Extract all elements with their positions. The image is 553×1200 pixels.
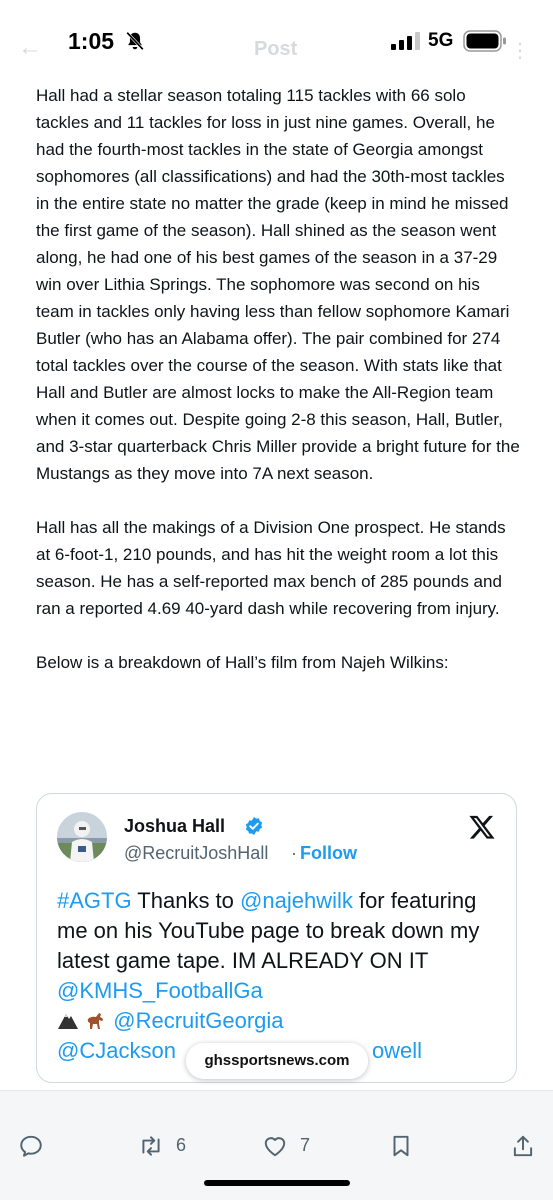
share-icon	[513, 1135, 533, 1157]
repost-icon	[142, 1136, 160, 1156]
heart-icon	[264, 1137, 286, 1157]
author-handle[interactable]: @RecruitJoshHall	[124, 843, 268, 864]
mention-link[interactable]: @KMHS_FootballGa	[57, 978, 263, 1003]
like-button[interactable]	[262, 1133, 288, 1161]
more-icon[interactable]: ⋮	[510, 38, 530, 63]
like-count: 7	[300, 1135, 311, 1155]
battery-icon	[463, 30, 506, 52]
mention-link[interactable]: owell	[372, 1038, 422, 1063]
header-title: Post	[254, 38, 298, 60]
author-name[interactable]: Joshua Hall	[124, 816, 225, 837]
cellular-signal-icon	[391, 32, 420, 50]
bookmark-button[interactable]	[388, 1133, 414, 1161]
horse-icon	[87, 1013, 104, 1029]
mention-link[interactable]: @najehwilk	[240, 888, 353, 913]
article-paragraph: Hall has all the makings of a Division O…	[36, 518, 506, 618]
bookmark-icon	[393, 1135, 409, 1157]
repost-count: 6	[176, 1135, 187, 1155]
mention-link[interactable]: @CJackson	[57, 1038, 176, 1063]
repost-button[interactable]	[138, 1133, 164, 1161]
bell-muted-icon	[126, 31, 144, 51]
home-indicator[interactable]	[204, 1180, 350, 1186]
post-text: #AGTG Thanks to @najehwilk for featuring…	[57, 886, 507, 1066]
clock: 1:05	[68, 28, 115, 54]
watermark-badge: ghssportsnews.com	[186, 1043, 368, 1079]
article-body: Hall had a stellar season totaling 115 t…	[36, 82, 521, 703]
x-logo-icon[interactable]	[468, 813, 496, 841]
network-label: 5G	[428, 30, 454, 51]
verified-badge-icon	[245, 817, 263, 835]
article-paragraph: Below is a breakdown of Hall’s film from…	[36, 653, 449, 672]
status-bar: 1:05 5G ← Post ⋮	[0, 0, 553, 86]
reply-button[interactable]	[18, 1133, 44, 1161]
reply-icon	[20, 1135, 42, 1157]
follow-button[interactable]: Follow	[300, 843, 357, 864]
back-arrow-icon[interactable]: ←	[18, 34, 42, 62]
article-paragraph: Hall had a stellar season totaling 115 t…	[36, 86, 520, 483]
embedded-post[interactable]: Joshua Hall @RecruitJoshHall · Follow #A…	[36, 793, 517, 1083]
separator-dot: ·	[291, 843, 297, 863]
avatar-photo	[57, 812, 107, 862]
mention-link[interactable]: @RecruitGeorgia	[113, 1008, 283, 1033]
post-text-segment: Thanks to	[131, 888, 241, 913]
hashtag-link[interactable]: #AGTG	[57, 888, 132, 913]
share-button[interactable]	[510, 1133, 536, 1161]
avatar[interactable]	[57, 812, 107, 862]
black-mountain-icon	[58, 1014, 78, 1029]
